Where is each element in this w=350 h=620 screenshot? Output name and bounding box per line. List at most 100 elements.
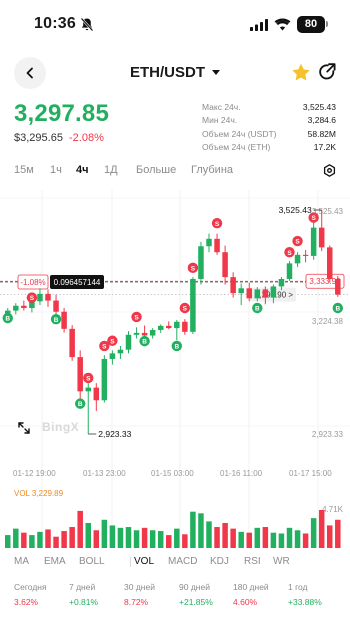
pair-title: ETH/USDT — [130, 64, 205, 81]
tab-1h[interactable]: 1ч — [50, 164, 62, 176]
indicator-ma[interactable]: MA — [14, 556, 29, 567]
tab-1d[interactable]: 1Д — [104, 164, 118, 176]
candle-body — [109, 353, 116, 359]
indicator-rsi[interactable]: RSI — [244, 556, 261, 567]
indicator-ema[interactable]: EMA — [44, 556, 66, 567]
crosshair-value-label: 0.096457144 — [54, 278, 101, 287]
volume-bar — [327, 525, 333, 548]
volume-bar — [53, 536, 59, 548]
candle-body — [13, 305, 19, 311]
volume-bar — [93, 530, 100, 548]
ticker-stats: Макс 24ч. 3,525.43 Мин 24ч. 3,284.6 Объе… — [202, 100, 336, 154]
candle-body — [246, 288, 252, 299]
signal-letter: S — [134, 315, 139, 322]
candle-body — [101, 358, 108, 401]
buy-signal-badge: B — [252, 302, 263, 314]
battery-tip — [326, 21, 328, 27]
signal-letter: B — [5, 316, 10, 323]
indicator-vol[interactable]: VOL — [134, 556, 154, 567]
stat-row-high: Макс 24ч. 3,525.43 — [202, 100, 336, 114]
fullscreen-icon[interactable] — [18, 422, 30, 434]
volume-bar — [198, 513, 204, 548]
candle-body — [149, 329, 156, 336]
stat-label: Объем 24ч (USDT) — [202, 128, 277, 139]
signal-letter: S — [183, 306, 188, 313]
stat-value: 58.82M — [307, 128, 336, 139]
pair-selector[interactable]: ETH/USDT — [130, 64, 220, 81]
status-bar: 10:36 80 — [0, 0, 350, 48]
volume-bar — [190, 511, 196, 548]
performance-1y: 1 год +33.88% — [288, 582, 322, 607]
candle-body — [294, 254, 301, 264]
candle-body — [254, 289, 261, 299]
perf-value: 4.60% — [233, 597, 258, 607]
volume-bar — [238, 531, 244, 548]
candlestick-chart[interactable]: 3,525.43 3,224.38 2,923.33 01-12 19:00 01-13… — [0, 190, 350, 550]
volume-bar — [61, 531, 67, 548]
last-price: 3,297.85 — [14, 100, 110, 127]
candle-body — [125, 334, 132, 350]
tab-depth[interactable]: Глубина — [191, 164, 233, 176]
time-axis-label: 01-13 23:00 — [83, 469, 126, 478]
volume-bar — [254, 527, 261, 548]
sell-signal-badge: S — [83, 372, 94, 384]
chart-settings-icon[interactable] — [323, 164, 336, 177]
candle-body — [214, 238, 220, 253]
volume-bar — [214, 527, 220, 548]
vol-axis-label: 4.71K — [322, 505, 344, 514]
candle-body — [270, 286, 277, 298]
volume-bar — [101, 519, 108, 548]
volume-bar — [69, 527, 75, 548]
candle-body — [141, 332, 148, 336]
perf-value: 3.62% — [14, 597, 39, 607]
time-axis-label: 01-16 11:00 — [220, 469, 263, 478]
stat-value: 17.2K — [313, 142, 336, 153]
tab-4h[interactable]: 4ч — [76, 164, 89, 176]
stat-value: 3,525.43 — [302, 101, 336, 112]
volume-bar — [141, 527, 148, 548]
volume-bar — [262, 527, 269, 548]
indicator-macd[interactable]: MACD — [168, 556, 197, 567]
volume-bar — [182, 534, 188, 548]
sell-signal-badge: S — [179, 302, 191, 314]
signal-letter: S — [287, 250, 292, 257]
indicator-kdj[interactable]: KDJ — [210, 556, 229, 567]
candle-body — [85, 387, 91, 392]
signal-letter: S — [110, 338, 115, 345]
sell-signal-badge: S — [131, 311, 142, 323]
indicator-divider — [130, 557, 131, 567]
candle-body — [230, 277, 236, 294]
perf-label: 30 дней — [124, 582, 155, 592]
buy-signal-badge: B — [50, 313, 62, 325]
volume-bar — [310, 518, 317, 548]
back-button[interactable] — [14, 57, 46, 89]
share-icon[interactable] — [318, 63, 336, 81]
candle-body — [69, 328, 75, 358]
candle-body — [174, 321, 180, 329]
volume-bar — [246, 532, 252, 548]
stat-label: Объем 24ч (ETH) — [202, 142, 271, 153]
sell-signal-badge: S — [292, 235, 303, 247]
price-summary: 3,297.85 $3,295.65 -2.08% — [14, 100, 109, 144]
sell-signal-badge: S — [187, 262, 199, 274]
performance-7d: 7 дней +0.81% — [69, 582, 98, 607]
candle-body — [190, 278, 196, 332]
indicator-boll[interactable]: BOLL — [79, 556, 105, 567]
tab-15m[interactable]: 15м — [14, 164, 34, 176]
volume-bar — [45, 529, 51, 548]
chevron-left-icon — [26, 67, 33, 79]
candle-body — [335, 278, 341, 295]
status-time: 10:36 — [34, 15, 76, 32]
volume-bar — [278, 533, 285, 548]
indicator-wr[interactable]: WR — [273, 556, 290, 567]
favorite-star-icon[interactable] — [291, 63, 311, 82]
tab-more[interactable]: Больше — [136, 164, 176, 176]
time-axis-label: 01-15 03:00 — [151, 469, 194, 478]
signal-letter: S — [311, 215, 316, 222]
buy-signal-badge: B — [332, 302, 343, 314]
perf-label: Сегодня — [14, 582, 47, 592]
nav-bar: ETH/USDT — [0, 55, 350, 91]
candle-body — [302, 254, 309, 256]
bingx-watermark: BingX — [42, 420, 80, 434]
price-chart[interactable]: 3,525.43 3,224.38 2,923.33 01-12 19:00 01-13… — [0, 190, 350, 550]
